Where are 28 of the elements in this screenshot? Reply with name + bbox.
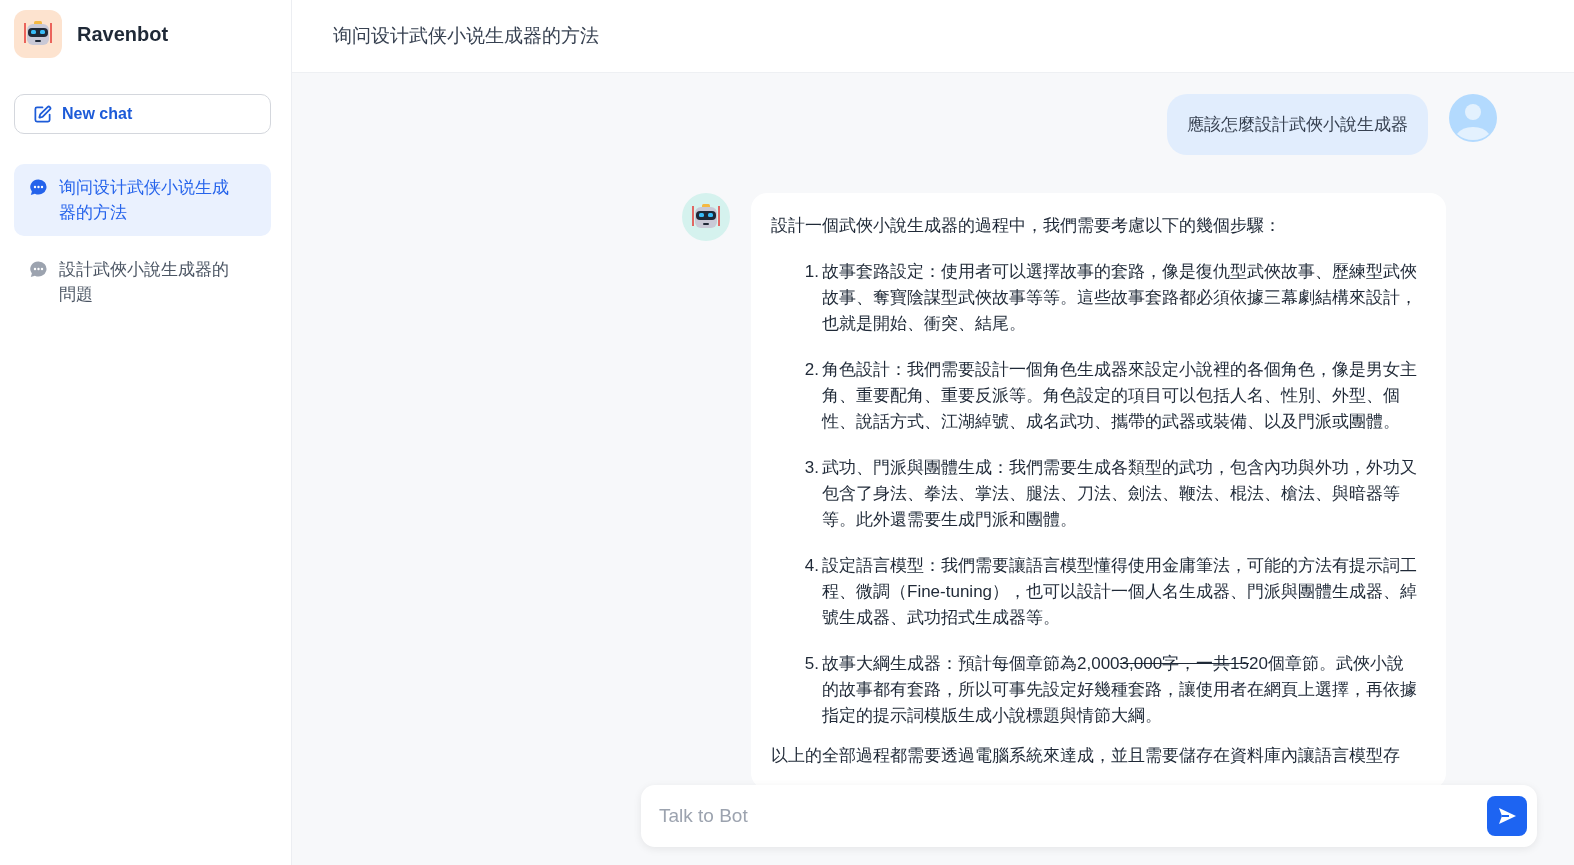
- chat-history-item[interactable]: 設計武俠小說生成器的問題: [14, 246, 271, 318]
- edit-icon: [33, 104, 52, 124]
- chat-history-item[interactable]: 询问设计武侠小说生成器的方法: [14, 164, 271, 236]
- list-number: 4.: [803, 555, 819, 577]
- user-message: 應該怎麼設計武俠小說生成器: [1167, 94, 1428, 155]
- message-input[interactable]: Talk to Bot: [657, 804, 1477, 828]
- list-item-text: 故事大綱生成器：預計每個章節為2,0003,000字，一共1520個章節。武俠小說的故事都有套路，所以可事先設定好幾種套路，讓使用者在網頁上選擇，再依據指定的提示詞模版生成小說標題與情節大綱。: [822, 653, 1418, 727]
- list-item-text: 角色設計：我們需要設計一個角色生成器來設定小說裡的各個角色，像是男女主角、重要配角、重要反派等。角色設定的項目可以包括人名、性別、外型、個性、說話方式、江湖綽號、成名武功、攜帶的武器或裝備、以及門派或團體。: [822, 359, 1418, 433]
- new-chat-button[interactable]: New chat: [14, 94, 271, 134]
- chat-bubble-icon: [30, 261, 47, 278]
- list-number: 5.: [803, 653, 819, 675]
- robot-logo-icon: [14, 10, 62, 58]
- send-button[interactable]: [1487, 796, 1527, 836]
- list-number: 2.: [803, 359, 819, 381]
- message-paragraph: 以上的全部過程都需要透過電腦系統來達成，並且需要儲存在資料庫內讓語言模型存: [771, 745, 1401, 767]
- list-number: 3.: [803, 457, 819, 479]
- chat-bubble-icon: [30, 179, 47, 196]
- user-avatar-icon: [1449, 94, 1497, 142]
- list-item-text: 故事套路設定：使用者可以選擇故事的套路，像是復仇型武俠故事、歷練型武俠故事、奪寶陰謀型武俠故事等等。這些故事套路都必須依據三幕劇結構來設計，也就是開始、衝突、結尾。: [822, 261, 1418, 335]
- message-paragraph: 設計一個武俠小說生成器的過程中，我們需要考慮以下的幾個步驟：: [771, 215, 1282, 237]
- list-item-text: 設定語言模型：我們需要讓語言模型懂得使用金庸筆法，可能的方法有提示詞工程、微調（Fine-tuning），也可以設計一個人名生成器、門派與團體生成器、綽號生成器、武功招式生成器等。: [822, 555, 1419, 629]
- chat-title: 询问设计武侠小说生成器的方法: [333, 24, 599, 48]
- list-number: 1.: [803, 261, 819, 283]
- list-item-text: 武功、門派與團體生成：我們需要生成各類型的武功，包含內功與外功，外功又包含了身法、拳法、掌法、腿法、刀法、劍法、鞭法、棍法、槍法、與暗器等等。此外還需要生成門派和團體。: [822, 457, 1418, 531]
- bot-avatar-icon: [682, 193, 730, 241]
- send-icon: [1497, 806, 1517, 826]
- app-name: Ravenbot: [77, 22, 169, 46]
- message-composer[interactable]: Talk to Bot: [641, 785, 1537, 847]
